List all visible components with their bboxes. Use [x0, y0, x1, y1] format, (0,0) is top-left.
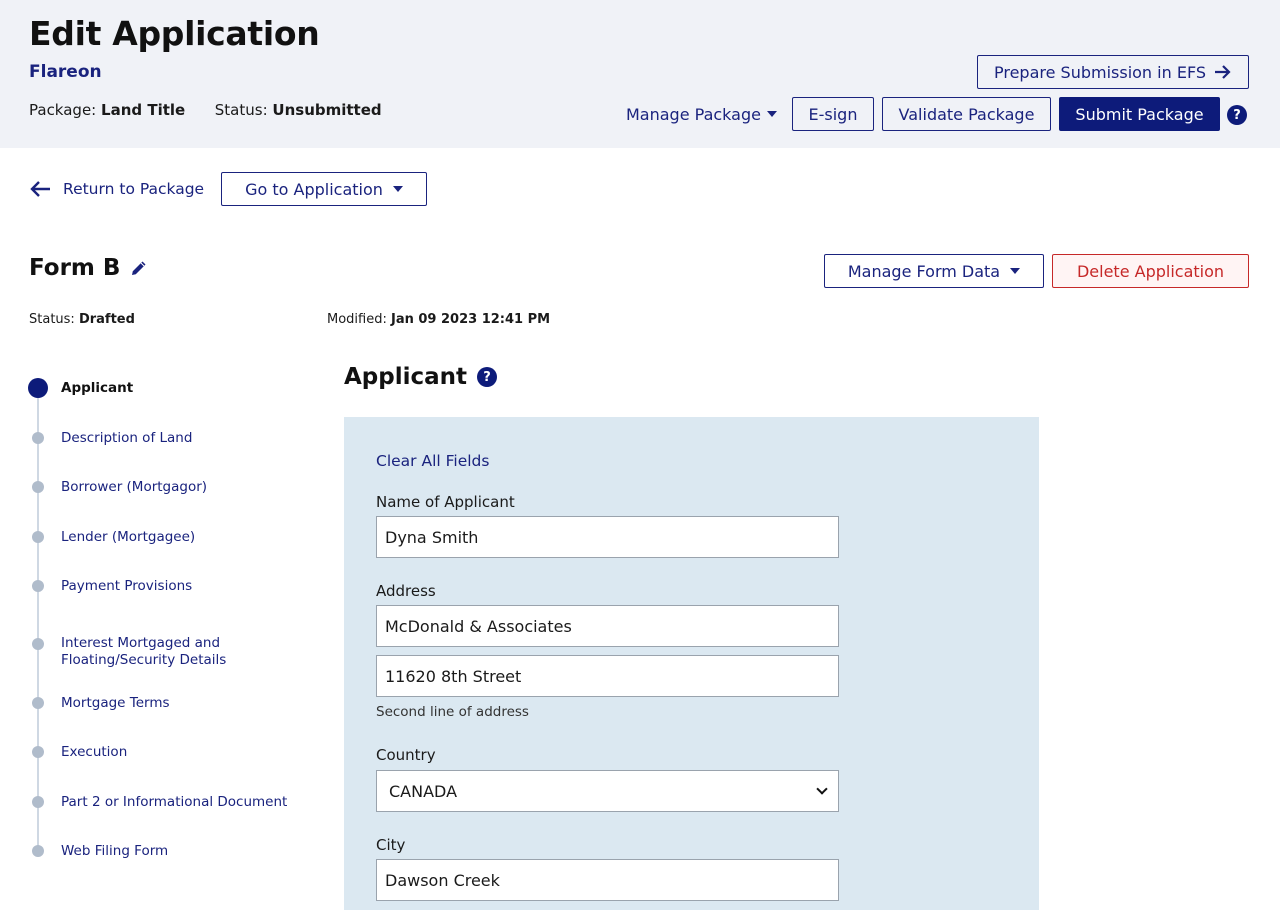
validate-package-label: Validate Package [898, 104, 1035, 124]
step-label: Interest Mortgaged and Floating/Security… [61, 635, 227, 668]
step-dot [32, 481, 44, 493]
package-status-label: Status: [214, 101, 268, 119]
submit-package-label: Submit Package [1075, 104, 1204, 124]
package-label: Package: [29, 101, 97, 119]
caret-down-icon [1010, 268, 1021, 274]
form-title: Form B [29, 255, 148, 281]
name-of-applicant-input[interactable]: Dyna Smith [376, 516, 839, 558]
manage-form-data-dropdown[interactable]: Manage Form Data [824, 254, 1044, 288]
name-of-applicant-label: Name of Applicant [376, 493, 515, 511]
pencil-edit-icon[interactable] [130, 259, 148, 277]
arrow-right-icon [1215, 65, 1231, 79]
country-select[interactable]: CANADA [376, 770, 839, 812]
help-icon[interactable]: ? [1227, 105, 1247, 125]
step-dot [32, 531, 44, 543]
step-label: Description of Land [61, 430, 193, 446]
page-title: Edit Application [29, 14, 320, 53]
section-title-text: Applicant [344, 364, 468, 390]
validate-package-button[interactable]: Validate Package [882, 97, 1051, 131]
step-label: Execution [61, 744, 128, 760]
prepare-submission-label: Prepare Submission in EFS [993, 62, 1207, 82]
step-label: Part 2 or Informational Document [61, 794, 288, 810]
step-rail [37, 390, 39, 850]
caret-down-icon [766, 111, 777, 117]
step-label: Applicant [61, 380, 134, 396]
address-line2-help: Second line of address [376, 704, 529, 720]
package-status-value: Unsubmitted [272, 101, 382, 119]
form-modified-label: Modified: [327, 312, 387, 327]
go-to-application-dropdown[interactable]: Go to Application [221, 172, 427, 206]
name-of-applicant-value: Dyna Smith [385, 527, 479, 547]
return-to-package-link[interactable]: Return to Package [29, 176, 204, 202]
section-title: Applicant ? [344, 364, 498, 390]
step-label: Web Filing Form [61, 843, 169, 859]
form-modified-value: Jan 09 2023 12:41 PM [391, 312, 551, 327]
delete-application-button[interactable]: Delete Application [1052, 254, 1249, 288]
go-to-application-label: Go to Application [245, 179, 383, 199]
manage-form-data-label: Manage Form Data [847, 261, 1001, 281]
help-icon[interactable]: ? [477, 367, 498, 387]
form-status: Status: Drafted [29, 312, 135, 327]
city-label: City [376, 836, 406, 854]
help-glyph: ? [483, 369, 491, 385]
esign-label: E-sign [808, 104, 858, 124]
address-line2-value: 11620 8th Street [385, 666, 522, 686]
city-value: Dawson Creek [385, 870, 500, 890]
manage-package-dropdown[interactable]: Manage Package [626, 97, 777, 131]
step-dot [32, 432, 44, 444]
step-label: Borrower (Mortgagor) [61, 479, 208, 495]
form-modified: Modified: Jan 09 2023 12:41 PM [327, 312, 550, 327]
manage-package-label: Manage Package [626, 104, 761, 124]
address-line2-input[interactable]: 11620 8th Street [376, 655, 839, 697]
package-value: Land Title [101, 101, 186, 119]
form-title-text: Form B [29, 255, 121, 281]
step-dot-active [28, 378, 48, 398]
page-header: Edit Application Flareon Package: Land T… [0, 0, 1280, 148]
step-navigation: Applicant Description of Land Borrower (… [0, 370, 320, 870]
step-dot [32, 580, 44, 592]
caret-down-icon [392, 186, 403, 192]
step-label: Lender (Mortgagee) [61, 529, 196, 545]
form-status-label: Status: [29, 312, 75, 327]
step-label: Mortgage Terms [61, 695, 170, 711]
return-to-package-label: Return to Package [63, 180, 205, 198]
step-label: Payment Provisions [61, 578, 193, 594]
step-dot [32, 796, 44, 808]
chevron-down-icon [816, 783, 828, 795]
form-status-value: Drafted [78, 312, 135, 327]
submit-package-button[interactable]: Submit Package [1059, 97, 1220, 131]
step-dot [32, 638, 44, 650]
address-line1-input[interactable]: McDonald & Associates [376, 605, 839, 647]
organization-name: Flareon [29, 62, 102, 82]
package-meta: Package: Land Title Status: Unsubmitted [29, 101, 382, 119]
applicant-form-panel: Clear All Fields Name of Applicant Dyna … [344, 417, 1039, 910]
address-label: Address [376, 582, 436, 600]
country-label: Country [376, 746, 436, 764]
delete-application-label: Delete Application [1076, 261, 1225, 281]
step-dot [32, 845, 44, 857]
country-value: CANADA [389, 781, 458, 801]
esign-button[interactable]: E-sign [792, 97, 874, 131]
address-line1-value: McDonald & Associates [385, 616, 572, 636]
help-glyph: ? [1233, 107, 1241, 123]
prepare-submission-button[interactable]: Prepare Submission in EFS [977, 55, 1249, 89]
city-input[interactable]: Dawson Creek [376, 859, 839, 901]
clear-all-fields-link[interactable]: Clear All Fields [376, 452, 489, 470]
arrow-left-icon [30, 181, 50, 197]
step-dot [32, 697, 44, 709]
step-dot [32, 746, 44, 758]
